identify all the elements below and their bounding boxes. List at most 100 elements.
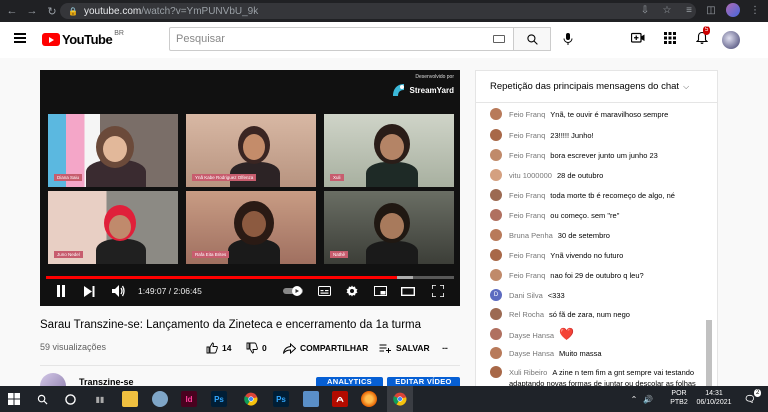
chrome-icon[interactable]: [243, 391, 259, 407]
chat-author-name[interactable]: Bruna Penha: [509, 231, 553, 240]
back-icon[interactable]: ←: [4, 3, 20, 19]
chat-author-name[interactable]: Xuli Ribeiro: [509, 368, 547, 377]
chat-author-name[interactable]: Feio Franq: [509, 131, 545, 140]
youtube-logo[interactable]: YouTube BR: [42, 30, 124, 47]
live-chat-replay: Repetição das principais mensagens do ch…: [475, 70, 718, 386]
chat-author-avatar[interactable]: [490, 209, 502, 221]
address-bar[interactable]: 🔒 youtube.com/watch?v=YmPUNVbU_9k: [60, 3, 696, 19]
participant-label: Rafa Eita Brites: [192, 251, 230, 258]
chat-author-name[interactable]: Feio Franq: [509, 211, 545, 220]
forward-icon[interactable]: →: [24, 3, 40, 19]
chat-author-avatar[interactable]: D: [490, 289, 502, 301]
voice-search-button[interactable]: [558, 29, 578, 49]
logo-region: BR: [114, 30, 124, 37]
fullscreen-button[interactable]: [430, 282, 446, 300]
volume-tray-icon[interactable]: 🔊: [640, 391, 656, 407]
clock[interactable]: 14:31 06/10/2021: [692, 389, 736, 407]
acrobat-icon[interactable]: [332, 391, 348, 407]
chat-author-avatar[interactable]: [490, 108, 502, 120]
chat-message: Feio Franq toda morte tb é recomeço de al…: [490, 189, 702, 201]
chat-author-name[interactable]: vitu 1000000: [509, 171, 552, 180]
fullscreen-icon: [432, 285, 444, 297]
notes-app-icon[interactable]: [303, 391, 319, 407]
windows-start-icon[interactable]: [6, 391, 22, 407]
notifications-bell-icon[interactable]: 5: [694, 26, 711, 46]
chat-author-avatar[interactable]: [490, 249, 502, 261]
extensions-icon[interactable]: ◫: [704, 3, 718, 17]
keyboard-icon[interactable]: [493, 35, 505, 43]
menu-icon[interactable]: [14, 33, 26, 43]
chat-author-avatar[interactable]: [490, 366, 502, 378]
search-button[interactable]: [514, 27, 551, 51]
miniplayer-button[interactable]: [372, 282, 388, 300]
chat-author-avatar[interactable]: [490, 229, 502, 241]
play-pause-button[interactable]: [54, 282, 68, 300]
thumbs-down-icon: [246, 342, 258, 354]
next-button[interactable]: [82, 282, 96, 300]
chat-author-avatar[interactable]: [490, 149, 502, 161]
participant-tile: Xuli: [324, 114, 454, 187]
chat-author-avatar[interactable]: [490, 347, 502, 359]
chat-author-avatar[interactable]: [490, 269, 502, 281]
photoshop-icon[interactable]: Ps: [211, 391, 227, 407]
share-button[interactable]: COMPARTILHAR: [283, 340, 368, 356]
chat-author-name[interactable]: Dayse Hansa: [509, 349, 554, 358]
photoshop-icon[interactable]: Ps: [273, 391, 289, 407]
taskbar-app-icon[interactable]: ▮▮: [92, 391, 108, 407]
more-actions-button[interactable]: ···: [442, 340, 448, 356]
apps-grid-icon[interactable]: [662, 30, 678, 46]
chat-author-name[interactable]: Feio Franq: [509, 151, 545, 160]
image-viewer-icon[interactable]: [152, 391, 168, 407]
chat-author-name[interactable]: Dayse Hansa: [509, 331, 554, 340]
theater-mode-button[interactable]: [400, 282, 416, 300]
task-view-icon[interactable]: [62, 391, 78, 407]
chat-message: Xuli Ribeiro A zine n tem fim a gnt sempr…: [490, 366, 702, 386]
chat-author-avatar[interactable]: [490, 308, 502, 320]
search-input[interactable]: Pesquisar: [169, 27, 514, 51]
chat-message: vitu 1000000 28 de outubro: [490, 169, 702, 181]
video-player[interactable]: Desenvolvido por StreamYard Diana Saiu Y…: [40, 70, 460, 306]
chat-author-name[interactable]: Feio Franq: [509, 191, 545, 200]
chat-author-avatar[interactable]: [490, 189, 502, 201]
browser-menu-icon[interactable]: ⋮: [748, 3, 762, 17]
install-icon[interactable]: ⇩: [638, 3, 652, 17]
browser-profile-avatar[interactable]: [726, 3, 740, 17]
chat-message-body: Feio Franq Ynã vivendo no futuro: [509, 250, 623, 261]
bookmark-star-icon[interactable]: ☆: [660, 3, 674, 17]
subtitles-button[interactable]: [316, 282, 332, 300]
create-video-icon[interactable]: [630, 30, 646, 46]
chat-author-name[interactable]: Feio Franq: [509, 251, 545, 260]
chrome-icon[interactable]: [392, 391, 408, 407]
user-avatar[interactable]: [722, 31, 740, 49]
chat-message-body: Dayse Hansa Muito massa: [509, 348, 602, 359]
file-explorer-icon[interactable]: [122, 391, 138, 407]
chat-author-name[interactable]: Rel Rocha: [509, 310, 544, 319]
keyboard-layout: PTB2: [670, 399, 688, 406]
search-icon[interactable]: [34, 391, 50, 407]
chat-author-name[interactable]: Dani Silva: [509, 291, 543, 300]
watermark-name: StreamYard: [409, 85, 454, 95]
indesign-icon[interactable]: Id: [181, 391, 197, 407]
chat-author-name[interactable]: Feio Franq: [509, 110, 545, 119]
chat-author-avatar[interactable]: [490, 169, 502, 181]
chat-author-avatar[interactable]: [490, 328, 502, 340]
chat-scrollbar[interactable]: [706, 320, 712, 386]
chat-mode-selector[interactable]: Repetição das principais mensagens do ch…: [476, 71, 717, 103]
participant-label: Ynã Kabe Rodriguez Olfenza: [192, 174, 257, 181]
participant-tile: Diana Saiu: [48, 114, 178, 187]
chat-message: Dayse Hansa ❤️: [490, 328, 702, 341]
chat-author-name[interactable]: Feio Franq: [509, 271, 545, 280]
volume-button[interactable]: [110, 282, 126, 300]
reload-icon[interactable]: ↻: [44, 3, 60, 19]
firefox-icon[interactable]: [361, 391, 377, 407]
chat-author-avatar[interactable]: [490, 129, 502, 141]
progress-bar[interactable]: [46, 276, 454, 279]
reading-list-icon[interactable]: ≡: [682, 3, 696, 17]
settings-button[interactable]: [344, 282, 360, 300]
chat-message: Bruna Penha 30 de setembro: [490, 229, 702, 241]
dislike-button[interactable]: 0: [246, 340, 267, 356]
save-button[interactable]: SALVAR: [379, 340, 430, 356]
like-button[interactable]: 14: [206, 340, 231, 356]
language-indicator[interactable]: POR PTB2: [668, 389, 690, 407]
autoplay-toggle[interactable]: [282, 282, 304, 300]
